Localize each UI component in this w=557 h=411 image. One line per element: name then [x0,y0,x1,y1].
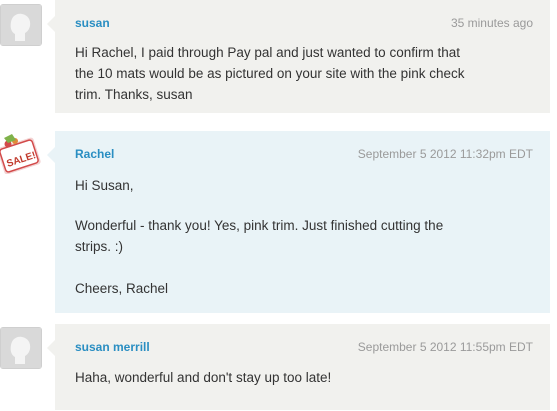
comment-line: trim. Thanks, susan [75,87,193,102]
comment-author-link[interactable]: susan merrill [75,340,150,354]
comment-body: Hi Rachel, I paid through Pay pal and ju… [75,42,464,105]
comment-body: Wonderful - thank you! Yes, pink trim. J… [75,215,443,257]
comment-item: susan 35 minutes ago Hi Rachel, I paid t… [0,0,557,113]
comment-line: the 10 mats would be as pictured on your… [75,66,465,81]
comment-bubble: susan merrill September 5 2012 11:55pm E… [47,324,550,410]
sale-tag-icon: SALE! [0,134,41,174]
comment-item: susan merrill September 5 2012 11:55pm E… [0,324,557,410]
comment-greeting: Hi Susan, [75,178,134,193]
avatar: SALE! [0,134,44,174]
comment-bubble: Rachel September 5 2012 11:32pm EDT Hi S… [47,131,550,313]
comment-line: Hi Rachel, I paid through Pay pal and ju… [75,45,460,60]
comment-item: SALE! Rachel September 5 2012 11:32pm ED… [0,131,557,313]
comment-bubble: susan 35 minutes ago Hi Rachel, I paid t… [47,0,550,113]
comment-author-link[interactable]: Rachel [75,147,114,161]
default-user-icon [1,328,41,368]
comment-signoff: Cheers, Rachel [75,281,169,296]
avatar [0,327,42,369]
comment-line: strips. :) [75,239,124,254]
comment-author-link[interactable]: susan [75,16,110,30]
comment-timestamp[interactable]: 35 minutes ago [451,16,533,30]
comment-line: Wonderful - thank you! Yes, pink trim. J… [75,218,444,233]
default-user-icon [1,5,41,45]
comment-timestamp[interactable]: September 5 2012 11:32pm EDT [358,147,533,161]
comment-timestamp[interactable]: September 5 2012 11:55pm EDT [358,340,533,354]
avatar [0,4,42,46]
comment-body: Haha, wonderful and don't stay up too la… [75,367,331,388]
comment-line: Haha, wonderful and don't stay up too la… [75,370,332,385]
